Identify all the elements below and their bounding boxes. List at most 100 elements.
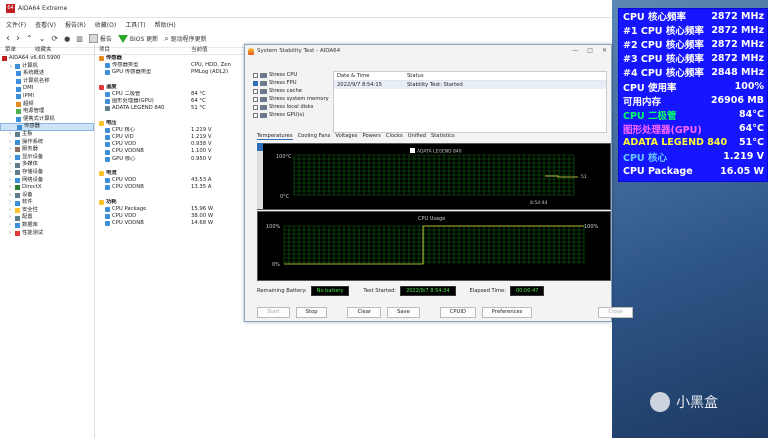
sensor-row[interactable]: CPU VDD 38.00 W [99,213,245,220]
expand-right-icon[interactable]: › [9,177,14,185]
expand-right-icon[interactable]: › [9,146,14,154]
legend-checkbox-icon[interactable] [410,148,415,153]
section-header[interactable]: 电流 [99,170,245,177]
tree-item[interactable]: › 配置 [0,214,94,222]
tree-item[interactable]: AIDA64 v6.60.5900 [0,55,94,63]
close-icon[interactable]: ✕ [602,47,607,54]
stress-option[interactable]: Stress FPU [253,79,331,87]
sensor-row[interactable]: CPU VDD 43.53 A [99,177,245,184]
sensor-row[interactable]: CPU VID 1.219 V [99,134,245,141]
favorites-column-header[interactable]: 收藏夹 [35,45,52,53]
stress-checkbox[interactable] [253,88,258,94]
expand-right-icon[interactable]: › [9,222,14,230]
expand-right-icon[interactable]: › [9,214,14,222]
maximize-icon[interactable]: □ [587,47,593,54]
down-icon[interactable]: ⌄ [39,34,46,43]
stress-checkbox[interactable] [253,96,258,102]
log-row[interactable]: 2022/9/7 8:54:15 Stability Test: Started [334,81,606,89]
tree-item[interactable]: › 主板 [0,131,94,139]
minimize-icon[interactable]: — [572,47,578,54]
stress-checkbox[interactable] [253,80,258,86]
chart-icon[interactable]: ▥ [76,35,83,43]
temperature-chart-scrollbar[interactable] [257,143,263,209]
tab-powers[interactable]: Powers [363,133,381,140]
tab-clocks[interactable]: Clocks [386,133,403,140]
tree-item[interactable]: 计算机名称 [0,78,94,86]
tree-item[interactable]: DMI [0,85,94,93]
clear-button[interactable]: Clear [347,307,382,318]
preferences-button[interactable]: Preferences [481,307,533,318]
menu-tools[interactable]: 工具(T) [125,20,145,29]
section-header[interactable]: 温度 [99,84,245,91]
sensor-row[interactable]: 传感器类型 CPU, HDD, Zen [99,62,245,69]
tree-item[interactable]: › 性能测试 [0,230,94,238]
driver-update-button[interactable]: ⌕ 驱动程序更新 [164,34,207,44]
expand-down-icon[interactable]: ⌄ [9,63,14,71]
sensor-row[interactable]: GPU 传感器类型 PMLog (ADL2) [99,69,245,76]
tree-item[interactable]: 系统概述 [0,70,94,78]
tree-item[interactable]: › 设备 [0,192,94,200]
tree-item[interactable]: › 安全性 [0,207,94,215]
stress-checkbox[interactable] [253,104,258,110]
up-icon[interactable]: ⌃ [26,34,33,43]
sensor-row[interactable]: CPU 二极管 84 °C [99,91,245,98]
expand-right-icon[interactable]: › [9,161,14,169]
sensor-row[interactable]: CPU VDDNB 1.100 V [99,148,245,155]
tab-unified[interactable]: Unified [408,133,426,140]
refresh-icon[interactable]: ⟳ [51,34,58,43]
stop-button[interactable]: Stop [295,307,328,318]
stress-checkbox[interactable] [253,72,258,78]
stress-option[interactable]: Stress CPU [253,71,331,79]
expand-right-icon[interactable]: › [9,139,14,147]
tree-item[interactable]: ⌄ 计算机 [0,63,94,71]
stress-checkbox[interactable] [253,112,258,118]
sensor-row[interactable]: CPU VDDNB 14.68 W [99,220,245,227]
section-header[interactable]: 电压 [99,120,245,127]
tree-item[interactable]: › 显示设备 [0,154,94,162]
bios-update-button[interactable]: BIOS 更新 [117,34,158,43]
expand-right-icon[interactable]: › [9,207,14,215]
temperature-chart-scroll-thumb[interactable] [257,143,263,151]
sensor-row[interactable]: GPU 核心 0.950 V [99,156,245,163]
menu-help[interactable]: 帮助(H) [155,20,176,29]
sensor-row[interactable]: CPU VDD 0.938 V [99,141,245,148]
expand-right-icon[interactable]: › [9,199,14,207]
menu-column-header[interactable]: 菜单 [0,45,35,53]
back-icon[interactable]: ‹ [6,33,10,44]
tree-item[interactable]: 传感器 [0,123,94,131]
expand-right-icon[interactable]: › [9,184,14,192]
tree-item[interactable]: 超频 [0,101,94,109]
sensor-row[interactable]: ADATA LEGEND 840 51 °C [99,105,245,112]
stress-option[interactable]: Stress local disks [253,103,331,111]
expand-right-icon[interactable]: › [9,131,14,139]
tree-item[interactable]: › DirectX [0,184,94,192]
stress-option[interactable]: Stress GPU(s) [253,111,331,119]
section-header[interactable]: 功耗 [99,199,245,206]
menu-file[interactable]: 文件(F) [6,20,26,29]
section-header[interactable]: 传感器 [99,55,245,62]
tree-item[interactable]: 电源管理 [0,108,94,116]
report-button[interactable]: 报告 [88,34,112,43]
stress-option[interactable]: Stress system memory [253,95,331,103]
tree-item[interactable]: › 服务器 [0,146,94,154]
tab-temperatures[interactable]: Temperatures [257,133,293,140]
stress-option[interactable]: Stress cache [253,87,331,95]
cpuid-button[interactable]: CPUID [439,307,476,318]
tree-item[interactable]: 便携式计算机 [0,116,94,124]
expand-right-icon[interactable]: › [9,192,14,200]
tab-cooling-fans[interactable]: Cooling Fans [298,133,331,140]
save-button[interactable]: Save [387,307,420,318]
expand-right-icon[interactable]: › [9,230,14,238]
user-icon[interactable]: ● [64,35,70,43]
menu-view[interactable]: 查看(V) [35,20,56,29]
menu-report[interactable]: 报告(R) [65,20,86,29]
tree-item[interactable]: › 存储设备 [0,169,94,177]
sensor-row[interactable]: 图形处理器(GPU) 64 °C [99,98,245,105]
tree-item[interactable]: › 多媒体 [0,161,94,169]
tree-item[interactable]: › 软件 [0,199,94,207]
tab-statistics[interactable]: Statistics [431,133,455,140]
menu-favorites[interactable]: 收藏(O) [95,20,116,29]
expand-right-icon[interactable]: › [9,169,14,177]
tab-voltages[interactable]: Voltages [335,133,357,140]
start-button[interactable]: Start [257,307,290,318]
